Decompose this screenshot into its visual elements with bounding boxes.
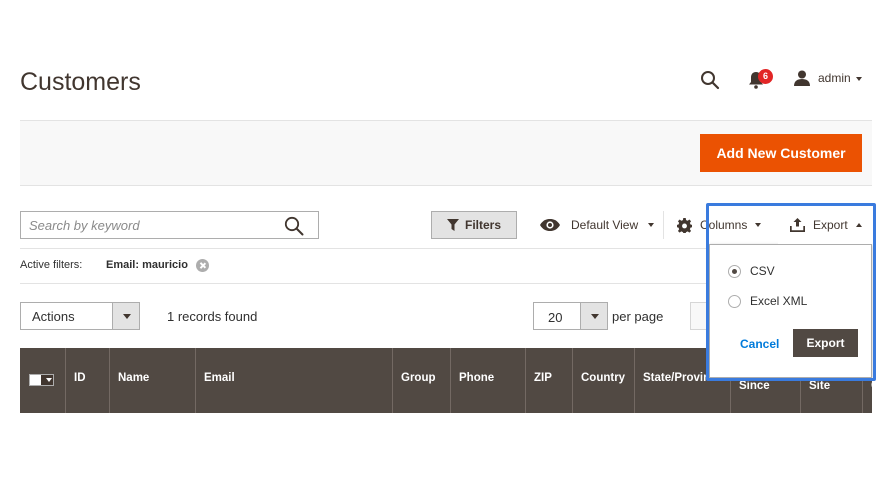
filter-icon (446, 219, 459, 231)
csv-radio[interactable] (728, 264, 741, 278)
export-control[interactable]: Export (778, 206, 872, 244)
column-header-country[interactable]: Country (572, 348, 634, 413)
mass-actions-select[interactable]: Actions (20, 302, 140, 330)
view-label: Default View (571, 218, 639, 232)
column-header-email[interactable]: Email (195, 348, 392, 413)
active-filter-email: Email: mauricio (106, 259, 188, 271)
chevron-up-icon (855, 223, 862, 227)
export-option-excel-xml[interactable]: Excel XML (728, 293, 807, 309)
records-count: 1 records found (167, 309, 258, 324)
per-page-value: 20 (548, 310, 563, 325)
keyword-search (20, 211, 319, 239)
search-input[interactable] (29, 212, 279, 238)
column-header-name[interactable]: Name (109, 348, 195, 413)
gear-icon (677, 217, 692, 233)
add-new-customer-button[interactable]: Add New Customer (700, 134, 862, 172)
column-header-phone[interactable]: Phone (450, 348, 525, 413)
chevron-down-icon[interactable] (856, 77, 862, 81)
export-cancel-button[interactable]: Cancel (740, 337, 779, 351)
filters-button[interactable]: Filters (431, 211, 517, 239)
filters-label: Filters (464, 218, 501, 232)
export-submit-button[interactable]: Export (793, 329, 858, 357)
csv-label: CSV (750, 264, 775, 278)
column-header-id[interactable]: ID (65, 348, 109, 413)
pager-prev-button[interactable] (690, 302, 710, 330)
search-icon[interactable] (700, 70, 720, 90)
per-page-select[interactable]: 20 (533, 302, 608, 330)
toolbar-divider (663, 211, 664, 239)
eye-icon (540, 219, 560, 231)
notification-badge[interactable]: 6 (758, 69, 773, 84)
page-title: Customers (20, 68, 141, 96)
search-icon[interactable] (284, 216, 304, 236)
actions-dropdown-button[interactable] (112, 303, 139, 329)
excel-xml-radio[interactable] (728, 294, 741, 308)
columns-label: Columns (700, 218, 748, 232)
export-icon (790, 218, 805, 232)
user-menu[interactable]: admin (818, 71, 851, 85)
per-page-dropdown-button[interactable] (580, 303, 607, 329)
chevron-down-icon (123, 314, 131, 319)
column-header-zip[interactable]: ZIP (525, 348, 572, 413)
chevron-down-icon (591, 314, 599, 319)
excel-xml-label: Excel XML (750, 294, 808, 308)
per-page-label: per page (612, 309, 664, 324)
export-dropdown-panel: CSV Excel XML Cancel Export (709, 244, 872, 378)
active-filters-label: Active filters: (20, 259, 83, 271)
export-label: Export (813, 218, 848, 232)
user-icon[interactable] (794, 70, 810, 86)
view-switcher[interactable]: Default View (539, 216, 655, 234)
chevron-down-icon (648, 223, 655, 227)
column-header-group[interactable]: Group (392, 348, 450, 413)
actions-label: Actions (32, 309, 75, 324)
mass-select-column[interactable] (20, 348, 65, 413)
chevron-down-icon (755, 223, 762, 227)
columns-control[interactable]: Columns (677, 216, 762, 234)
chevron-down-icon (46, 378, 52, 382)
export-option-csv[interactable]: CSV (728, 263, 775, 279)
close-icon[interactable] (196, 259, 209, 272)
